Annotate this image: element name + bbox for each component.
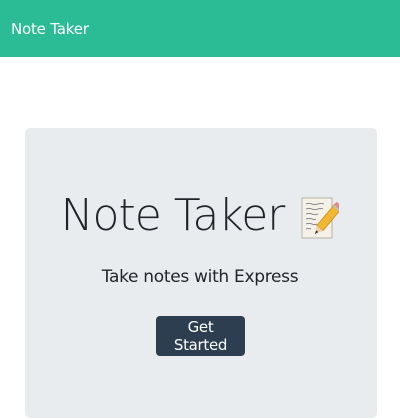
- page-title: Note Taker: [60, 190, 286, 241]
- memo-pencil-icon: [299, 194, 344, 242]
- get-started-button[interactable]: Get Started: [156, 316, 245, 356]
- top-navbar: Note Taker: [0, 0, 400, 57]
- hero-heading: Note Taker: [0, 186, 400, 246]
- hero-subtitle: Take notes with Express: [101, 267, 299, 287]
- navbar-brand[interactable]: Note Taker: [11, 20, 89, 38]
